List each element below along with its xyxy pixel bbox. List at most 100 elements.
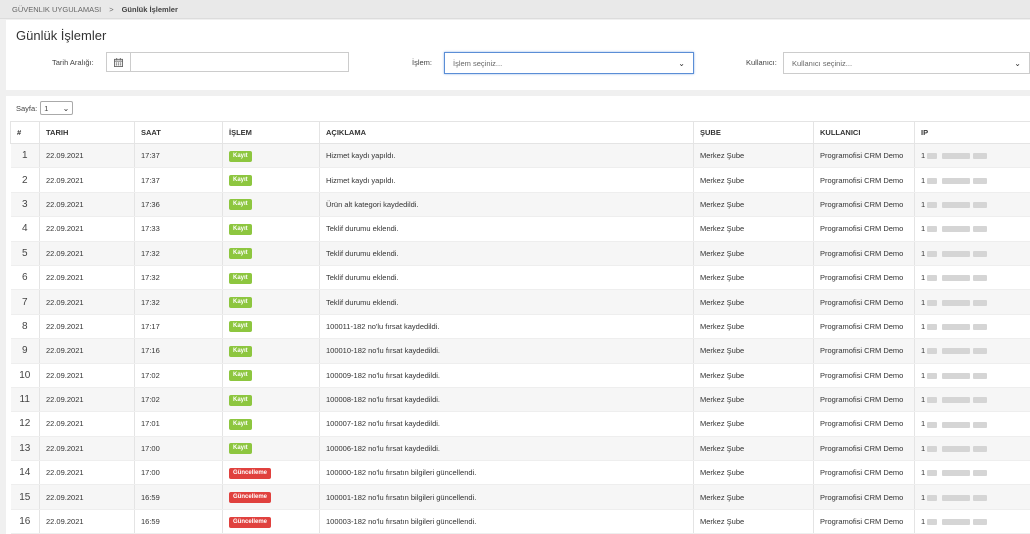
row-number: 14	[10, 460, 40, 486]
row-user: Programofisi CRM Demo	[813, 338, 915, 364]
row-date: 22.09.2021	[39, 484, 135, 510]
table-row[interactable]: 11 22.09.2021 17:02 Kayıt 100008-182 no'lu f…	[10, 387, 1030, 413]
row-ip: 1	[914, 436, 1030, 462]
page-select-value: 1	[44, 103, 49, 113]
row-time: 17:17	[134, 314, 223, 340]
operation-badge: Kayıt	[229, 199, 252, 211]
filter-bar: Tarih Aralığı: İşlem: İşlem seçiniz... ⌄…	[6, 52, 1030, 76]
operation-badge: Kayıt	[229, 223, 252, 235]
ip-masked-segment	[973, 421, 988, 428]
row-number: 1	[10, 143, 40, 169]
row-date: 22.09.2021	[39, 436, 135, 462]
row-branch: Merkez Şube	[693, 338, 814, 364]
row-user: Programofisi CRM Demo	[813, 314, 915, 340]
row-number: 9	[10, 338, 40, 364]
table-row[interactable]: 16 22.09.2021 16:59 Güncelleme 100003-182 no…	[10, 509, 1030, 534]
ip-masked-segment	[927, 421, 938, 428]
table-row[interactable]: 3 22.09.2021 17:36 Kayıt Ürün alt kategori k…	[10, 192, 1030, 218]
table-row[interactable]: 15 22.09.2021 16:59 Güncelleme 100001-182 no…	[10, 484, 1030, 510]
ip-masked-segment	[927, 445, 938, 452]
table-row[interactable]: 1 22.09.2021 17:37 Kayıt Hizmet kaydı yapıld…	[10, 143, 1030, 169]
table-row[interactable]: 13 22.09.2021 17:00 Kayıt 100006-182 no'lu f…	[10, 436, 1030, 462]
table-row[interactable]: 12 22.09.2021 17:01 Kayıt 100007-182 no'lu f…	[10, 411, 1030, 437]
ip-masked-segment	[927, 299, 938, 306]
ip-masked-segment	[973, 372, 988, 379]
table-row[interactable]: 2 22.09.2021 17:37 Kayıt Hizmet kaydı yapıld…	[10, 167, 1030, 193]
header-number[interactable]: #	[10, 121, 40, 144]
ip-visible-part: 1	[921, 273, 926, 283]
row-user: Programofisi CRM Demo	[813, 387, 915, 413]
operation-badge: Kayıt	[229, 418, 252, 430]
breadcrumb-root[interactable]: GÜVENLIK UYGULAMASI	[12, 5, 101, 14]
ip-masked-segment	[973, 323, 988, 330]
row-date: 22.09.2021	[39, 192, 135, 218]
ip-masked-segment	[927, 275, 938, 282]
ip-masked-segment	[942, 470, 971, 477]
section-divider	[6, 90, 1030, 96]
table-row[interactable]: 4 22.09.2021 17:33 Kayıt Teklif durumu eklen…	[10, 216, 1030, 242]
row-user: Programofisi CRM Demo	[813, 289, 915, 315]
calendar-button[interactable]	[106, 52, 131, 72]
date-range-label: Tarih Aralığı:	[52, 58, 94, 67]
operation-select[interactable]: İşlem seçiniz... ⌄	[444, 52, 694, 74]
user-select[interactable]: Kullanıcı seçiniz... ⌄	[783, 52, 1030, 74]
row-operation: Güncelleme	[222, 460, 320, 486]
row-number: 6	[10, 265, 40, 291]
row-branch: Merkez Şube	[693, 167, 814, 193]
date-range-input[interactable]	[130, 52, 349, 72]
ip-masked-segment	[942, 299, 971, 306]
row-operation: Kayıt	[222, 265, 320, 291]
table-row[interactable]: 14 22.09.2021 17:00 Güncelleme 100000-182 no…	[10, 460, 1030, 486]
table-row[interactable]: 5 22.09.2021 17:32 Kayıt Teklif durumu eklen…	[10, 241, 1030, 266]
row-operation: Kayıt	[222, 363, 320, 388]
ip-masked-segment	[927, 250, 938, 257]
row-description: 100010-182 no'lu fırsat kaydedildi.	[319, 338, 694, 364]
row-operation: Kayıt	[222, 436, 320, 462]
ip-masked-segment	[942, 494, 971, 501]
table-row[interactable]: 8 22.09.2021 17:17 Kayıt 100011-182 no'lu fı…	[10, 314, 1030, 340]
ip-masked-segment	[927, 372, 938, 379]
row-ip: 1	[914, 265, 1030, 291]
row-description: 100001-182 no'lu fırsatın bilgileri günc…	[319, 484, 694, 510]
header-user[interactable]: KULLANICI	[813, 121, 915, 144]
ip-masked-segment	[973, 226, 988, 233]
header-date[interactable]: TARIH	[39, 121, 135, 144]
ip-visible-part: 1	[921, 370, 926, 380]
header-operation[interactable]: İŞLEM	[222, 121, 320, 144]
table-row[interactable]: 7 22.09.2021 17:32 Kayıt Teklif durumu eklen…	[10, 289, 1030, 315]
operation-badge: Kayıt	[229, 345, 252, 357]
row-user: Programofisi CRM Demo	[813, 167, 915, 193]
row-description: Hizmet kaydı yapıldı.	[319, 167, 694, 193]
table-row[interactable]: 6 22.09.2021 17:32 Kayıt Teklif durumu eklen…	[10, 265, 1030, 291]
ip-visible-part: 1	[921, 248, 926, 258]
ip-masked-segment	[942, 519, 971, 526]
row-branch: Merkez Şube	[693, 143, 814, 169]
header-branch[interactable]: ŞUBE	[693, 121, 814, 144]
row-date: 22.09.2021	[39, 387, 135, 413]
row-date: 22.09.2021	[39, 314, 135, 340]
row-branch: Merkez Şube	[693, 314, 814, 340]
operation-badge: Güncelleme	[229, 467, 272, 479]
row-operation: Kayıt	[222, 216, 320, 242]
row-operation: Güncelleme	[222, 509, 320, 534]
ip-masked-segment	[973, 519, 988, 526]
row-branch: Merkez Şube	[693, 241, 814, 266]
row-number: 4	[10, 216, 40, 242]
ip-masked-segment	[973, 397, 988, 404]
table-row[interactable]: 9 22.09.2021 17:16 Kayıt 100010-182 no'lu fı…	[10, 338, 1030, 364]
page-select[interactable]: 1 ⌄	[40, 101, 74, 115]
header-ip[interactable]: IP	[914, 121, 1030, 144]
header-time[interactable]: SAAT	[134, 121, 223, 144]
main-panel: Günlük İşlemler Tarih Aralığı: İşlem: İş…	[6, 20, 1030, 534]
operation-label: İşlem:	[412, 58, 433, 67]
row-ip: 1	[914, 484, 1030, 510]
row-operation: Kayıt	[222, 411, 320, 437]
ip-masked-segment	[973, 470, 988, 477]
row-number: 2	[10, 167, 40, 193]
header-description[interactable]: AÇIKLAMA	[319, 121, 694, 144]
ip-masked-segment	[973, 201, 988, 208]
operation-badge: Kayıt	[229, 248, 252, 260]
table-row[interactable]: 10 22.09.2021 17:02 Kayıt 100009-182 no'lu f…	[10, 363, 1030, 388]
ip-masked-segment	[942, 226, 971, 233]
row-user: Programofisi CRM Demo	[813, 216, 915, 242]
